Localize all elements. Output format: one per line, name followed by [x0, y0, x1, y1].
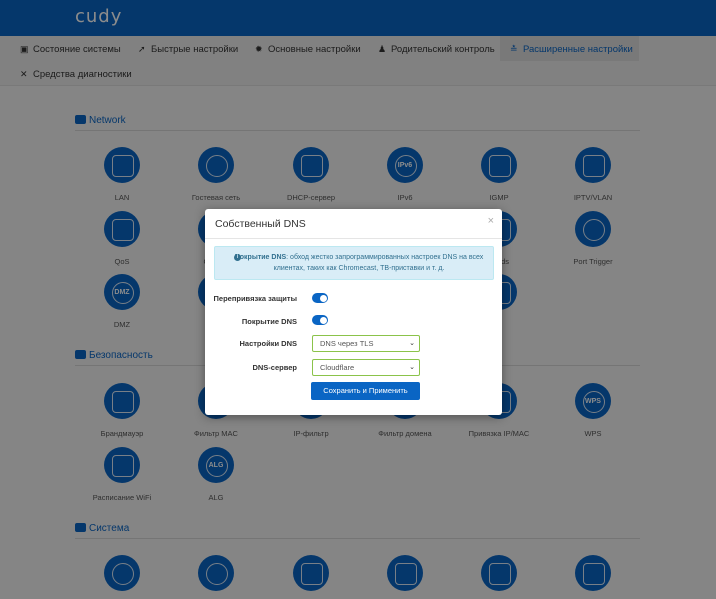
alert-text: : обход жестко запрограммированных настр…	[273, 254, 484, 272]
custom-dns-dialog: Собственный DNS × i Покрытие DNS: обход …	[205, 209, 502, 415]
dns-server-select[interactable]: Cloudflare ⌄	[312, 359, 420, 376]
dns-server-label: DNS-сервер	[252, 363, 297, 372]
info-alert: i Покрытие DNS: обход жестко запрограмми…	[214, 246, 494, 280]
chevron-down-icon: ⌄	[409, 340, 415, 347]
dns-settings-label: Настройки DNS	[239, 339, 298, 348]
dns-settings-value: DNS через TLS	[320, 339, 374, 348]
rebind-protection-toggle[interactable]	[312, 293, 328, 303]
dns-settings-select[interactable]: DNS через TLS ⌄	[312, 335, 420, 352]
close-icon[interactable]: ×	[488, 215, 494, 227]
dialog-divider	[205, 238, 502, 239]
dns-server-value: Cloudflare	[320, 363, 355, 372]
dialog-title: Собственный DNS	[215, 218, 306, 230]
dns-coverage-toggle[interactable]	[312, 315, 328, 325]
dns-coverage-label: Покрытие DNS	[241, 317, 297, 326]
chevron-down-icon: ⌄	[409, 364, 415, 371]
info-icon: i	[234, 254, 241, 261]
save-apply-button[interactable]: Сохранить и Применить	[311, 382, 420, 400]
alert-bold: Покрытие DNS	[234, 254, 287, 261]
rebind-protection-label: Перепривязка защиты	[213, 294, 297, 303]
